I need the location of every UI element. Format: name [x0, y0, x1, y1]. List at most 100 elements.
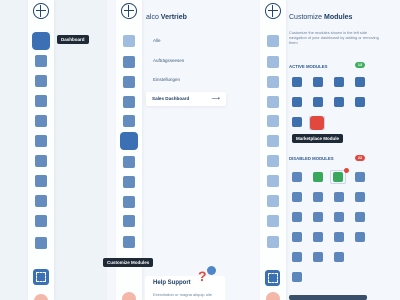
table-module-icon[interactable] [334, 192, 344, 202]
calendar-icon[interactable] [267, 56, 279, 68]
chart-icon[interactable] [267, 135, 279, 147]
save-bar[interactable] [289, 295, 367, 300]
menu-item-einstellungen[interactable]: Einstellungen [153, 77, 180, 82]
arrow-right-icon: ⟶ [211, 96, 220, 102]
help-title: Help Support [153, 280, 191, 286]
headset-module-icon[interactable] [292, 212, 302, 222]
list-icon[interactable] [123, 76, 135, 88]
customize-modules-button[interactable] [265, 270, 280, 286]
document-icon[interactable] [123, 96, 135, 108]
avatar[interactable] [122, 292, 136, 300]
calendar-icon[interactable] [35, 55, 47, 67]
calculator-module-icon[interactable] [292, 232, 302, 242]
basket-icon[interactable] [123, 115, 135, 127]
right-sidebar [260, 0, 286, 300]
factory-icon[interactable] [267, 175, 279, 187]
megaphone-module-icon[interactable] [292, 117, 302, 127]
menu-item-alle[interactable]: Alle [153, 38, 161, 43]
customize-modules-button[interactable] [33, 269, 49, 285]
avatar[interactable] [266, 292, 280, 300]
android-module-icon[interactable] [333, 172, 343, 182]
hierarchy-module-icon[interactable] [334, 252, 344, 262]
marketplace-module-tooltip: Marketplace Module [292, 134, 344, 143]
middle-sidebar [116, 0, 142, 300]
sales-dashboard-label: Sales Dashboard [152, 96, 190, 101]
grid-module-icon[interactable] [355, 97, 365, 107]
palette-module-icon[interactable] [292, 172, 302, 182]
help-description: Exercitation ur magna aliquip ulle [153, 292, 212, 297]
list-module-icon[interactable] [355, 77, 365, 87]
sales-chart-icon[interactable] [120, 132, 138, 150]
customize-description: Customize the modules shown in the left … [289, 30, 379, 45]
logo-icon[interactable] [265, 3, 281, 19]
store-icon[interactable] [123, 236, 135, 248]
basket-module-icon[interactable] [334, 77, 344, 87]
customize-modules-tooltip: Customize Modules [103, 258, 154, 267]
list-icon[interactable] [267, 76, 279, 88]
active-modules-label: ACTIVE MODULES [289, 64, 328, 69]
grid-icon[interactable] [267, 195, 279, 207]
logo-icon[interactable] [33, 3, 49, 19]
book-module-icon[interactable] [292, 272, 302, 282]
megaphone-icon[interactable] [267, 215, 279, 227]
ball-module-icon[interactable] [313, 252, 323, 262]
document-module-icon[interactable] [313, 77, 323, 87]
box-icon[interactable] [123, 156, 135, 168]
dashboard-icon[interactable] [32, 32, 50, 50]
megaphone-icon[interactable] [35, 215, 47, 227]
document-icon[interactable] [267, 96, 279, 108]
delivery-module-icon[interactable] [334, 212, 344, 222]
help-support-card[interactable]: Help Support Exercitation ur magna aliqu… [145, 276, 225, 300]
title-strong: Vertrieb [160, 14, 187, 21]
help-decoration [207, 266, 216, 275]
spreadsheet-module-icon[interactable] [313, 172, 323, 182]
calendar-module-icon[interactable] [355, 232, 365, 242]
marketplace-module-icon[interactable] [310, 116, 324, 130]
dashboard-icon[interactable] [123, 35, 135, 47]
right-title: Customize Modules [289, 14, 352, 21]
shopify-module-icon[interactable] [355, 192, 365, 202]
factory-module-icon[interactable] [334, 97, 344, 107]
chart-module-icon[interactable] [292, 97, 302, 107]
title-prefix: Customize [289, 14, 323, 21]
menu-item-auftraege[interactable]: Aufträgsseesen [153, 58, 184, 63]
factory-icon[interactable] [35, 175, 47, 187]
menu-item-sales-dashboard[interactable]: Sales Dashboard ⟶ [146, 92, 226, 106]
left-sidebar [28, 0, 54, 300]
logo-icon[interactable] [121, 3, 137, 19]
person-module-icon[interactable] [355, 172, 365, 182]
store-icon[interactable] [35, 237, 47, 249]
disabled-count-badge: 22 [355, 155, 365, 161]
receipt-module-icon[interactable] [292, 252, 302, 262]
inventory-module-icon[interactable] [355, 212, 365, 222]
box-icon[interactable] [267, 155, 279, 167]
grid-icon[interactable] [35, 195, 47, 207]
factory-icon[interactable] [123, 176, 135, 188]
question-mark-icon: ? [198, 268, 207, 284]
dashboard-icon[interactable] [267, 35, 279, 47]
store-icon[interactable] [267, 236, 279, 248]
box-icon[interactable] [35, 155, 47, 167]
box-module-icon[interactable] [313, 97, 323, 107]
document-icon[interactable] [35, 95, 47, 107]
calendar-icon[interactable] [123, 56, 135, 68]
title-prefix: alco [146, 14, 159, 21]
basket-icon[interactable] [267, 115, 279, 127]
shield-module-icon[interactable] [313, 232, 323, 242]
dashboard-module-icon[interactable] [292, 77, 302, 87]
middle-title: alco Vertrieb [146, 14, 187, 21]
chart-icon[interactable] [35, 135, 47, 147]
avatar[interactable] [34, 294, 48, 300]
disabled-modules-label: DISABLED MODULES [289, 156, 334, 161]
basket-icon[interactable] [35, 115, 47, 127]
dashboard-tooltip: Dashboard [57, 35, 89, 44]
list-icon[interactable] [35, 75, 47, 87]
users-module-icon[interactable] [313, 212, 323, 222]
remove-icon[interactable] [344, 168, 349, 173]
title-strong: Modules [324, 14, 353, 21]
truck-module-icon[interactable] [292, 192, 302, 202]
megaphone-icon[interactable] [123, 215, 135, 227]
cart-module-icon[interactable] [313, 192, 323, 202]
chat-module-icon[interactable] [334, 232, 344, 242]
grid-icon[interactable] [123, 196, 135, 208]
